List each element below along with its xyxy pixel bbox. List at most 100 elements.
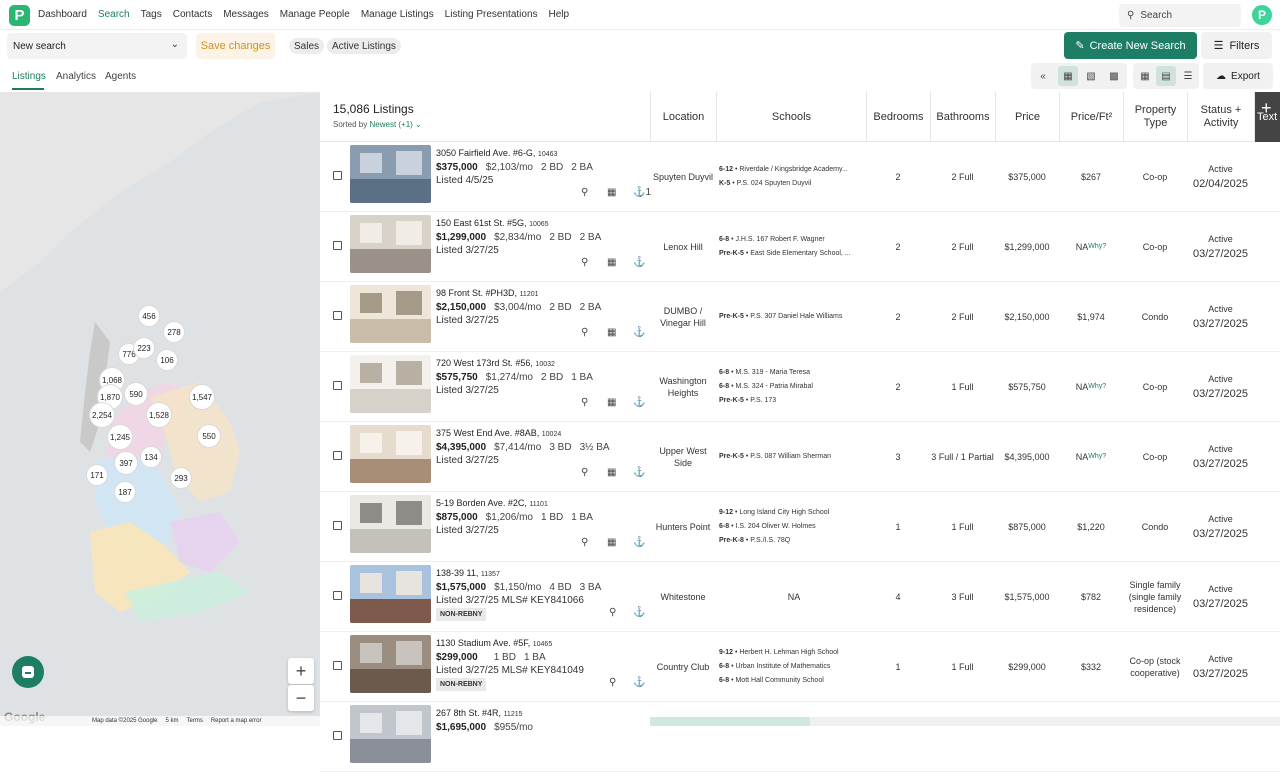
horizontal-scrollbar[interactable] <box>650 717 810 726</box>
floorplan-icon[interactable]: ▦ <box>607 257 616 268</box>
global-search[interactable]: ⚲ Search <box>1119 4 1241 27</box>
map-half-icon[interactable]: ▧ <box>1081 66 1101 86</box>
school-entry[interactable]: 6-8 • J.H.S. 167 Robert F. Wagner <box>719 233 869 247</box>
table-row[interactable]: 1130 Stadium Ave. #5F, 10465 $299,000 1 BD… <box>320 632 1280 702</box>
floorplan-icon[interactable]: ▦ <box>607 397 616 408</box>
zoom-in-button[interactable]: + <box>288 658 314 684</box>
nav-item-help[interactable]: Help <box>549 0 570 30</box>
map-panel[interactable]: 456 278 776 223 106 1,068 1,870 590 1,54… <box>0 92 320 726</box>
table-row[interactable]: 267 8th St. #4R, 11215 $1,695,000 $955/mo <box>320 702 1280 772</box>
tag-icon[interactable]: ⚓ <box>633 397 645 408</box>
location-pin-icon[interactable]: ⚲ <box>581 257 588 268</box>
tag-icon[interactable]: ⚓1 <box>633 187 651 198</box>
export-button[interactable]: ☁ Export <box>1203 63 1273 89</box>
row-checkbox[interactable] <box>333 521 342 530</box>
sort-control[interactable]: Sorted by Newest (+1) ⌄ <box>333 120 422 129</box>
col-price[interactable]: Price <box>995 92 1059 142</box>
map-cluster[interactable]: 293 <box>170 467 192 489</box>
nav-item-messages[interactable]: Messages <box>223 0 269 30</box>
col-schools[interactable]: Schools <box>716 92 866 142</box>
listing-address[interactable]: 98 Front St. #PH3D, 11201 <box>436 288 539 298</box>
tab-analytics[interactable]: Analytics <box>56 71 96 82</box>
map-report-link[interactable]: Report a map error <box>211 718 262 724</box>
school-entry[interactable]: 6-8 • Mott Hall Community School <box>719 674 869 688</box>
zoom-out-button[interactable]: − <box>288 685 314 711</box>
sort-value[interactable]: Newest (+1) ⌄ <box>369 120 421 129</box>
listing-address[interactable]: 375 West End Ave. #8AB, 10024 <box>436 428 561 438</box>
col-bathrooms[interactable]: Bathrooms <box>930 92 995 142</box>
table-row[interactable]: 150 East 61st St. #5G, 10065 $1,299,000 $2… <box>320 212 1280 282</box>
collapse-icon[interactable]: « <box>1033 66 1053 86</box>
save-changes-button[interactable]: Save changes <box>196 33 275 59</box>
school-entry[interactable]: 6-8 • M.S. 319 - Maria Teresa <box>719 366 869 380</box>
school-entry[interactable]: Pre-K-5 • P.S. 307 Daniel Hale Williams <box>719 310 869 324</box>
nav-item-contacts[interactable]: Contacts <box>173 0 212 30</box>
table-row[interactable]: 720 West 173rd St. #56, 10032 $575,750 $1,… <box>320 352 1280 422</box>
row-checkbox[interactable] <box>333 381 342 390</box>
floorplan-icon[interactable]: ▦ <box>607 187 616 198</box>
map-cluster[interactable]: 550 <box>197 424 221 448</box>
location-pin-icon[interactable]: ⚲ <box>609 607 616 618</box>
table-row[interactable]: 5-19 Borden Ave. #2C, 11101 $875,000 $1,20… <box>320 492 1280 562</box>
row-checkbox[interactable] <box>333 241 342 250</box>
col-text[interactable]: Text + <box>1254 92 1280 142</box>
list-icon[interactable]: ☰ <box>1178 66 1198 86</box>
school-entry[interactable]: K-5 • P.S. 024 Spuyten Duyvil <box>719 177 869 191</box>
listing-photo[interactable] <box>350 425 431 483</box>
chat-button[interactable] <box>12 656 44 688</box>
row-checkbox[interactable] <box>333 661 342 670</box>
location-pin-icon[interactable]: ⚲ <box>581 537 588 548</box>
app-logo[interactable]: P <box>9 5 30 26</box>
map-full-icon[interactable]: ▩ <box>1104 66 1124 86</box>
why-link[interactable]: Why? <box>1088 381 1106 393</box>
location-pin-icon[interactable]: ⚲ <box>581 397 588 408</box>
location-pin-icon[interactable]: ⚲ <box>609 677 616 688</box>
tag-icon[interactable]: ⚓ <box>633 677 645 688</box>
listing-address[interactable]: 3050 Fairfield Ave. #6-G, 10463 <box>436 148 557 158</box>
nav-item-tags[interactable]: Tags <box>141 0 162 30</box>
listing-photo[interactable] <box>350 145 431 203</box>
listing-photo[interactable] <box>350 355 431 413</box>
school-entry[interactable]: Pre-K-8 • P.S./I.S. 78Q <box>719 534 869 548</box>
nav-item-listing-presentations[interactable]: Listing Presentations <box>445 0 538 30</box>
table-row[interactable]: 98 Front St. #PH3D, 11201 $2,150,000 $3,00… <box>320 282 1280 352</box>
chip-sales[interactable]: Sales <box>289 38 325 54</box>
tag-icon[interactable]: ⚓ <box>633 537 645 548</box>
col-location[interactable]: Location <box>650 92 716 142</box>
filters-button[interactable]: ☰ Filters <box>1201 32 1272 59</box>
nav-item-manage-listings[interactable]: Manage Listings <box>361 0 434 30</box>
tag-icon[interactable]: ⚓ <box>633 257 645 268</box>
school-entry[interactable]: 9-12 • Herbert H. Lehman High School <box>719 646 869 660</box>
why-link[interactable]: Why? <box>1088 451 1106 463</box>
school-entry[interactable]: Pre-K-5 • P.S. 087 William Sherman <box>719 450 869 464</box>
map-cluster[interactable]: 223 <box>133 337 155 359</box>
floorplan-icon[interactable]: ▦ <box>607 467 616 478</box>
row-checkbox[interactable] <box>333 171 342 180</box>
map-cluster[interactable]: 134 <box>140 446 162 468</box>
floorplan-icon[interactable]: ▦ <box>607 327 616 338</box>
listing-photo[interactable] <box>350 635 431 693</box>
map-cluster[interactable]: 397 <box>114 451 138 475</box>
map-cluster[interactable]: 590 <box>124 382 148 406</box>
table-row[interactable]: 375 West End Ave. #8AB, 10024 $4,395,000 $… <box>320 422 1280 492</box>
nav-item-search[interactable]: Search <box>98 0 130 30</box>
row-checkbox[interactable] <box>333 311 342 320</box>
col-status-activity[interactable]: Status + Activity <box>1187 92 1254 142</box>
listing-photo[interactable] <box>350 285 431 343</box>
map-cluster[interactable]: 187 <box>114 481 136 503</box>
tab-agents[interactable]: Agents <box>105 71 136 82</box>
map-cluster[interactable]: 1,245 <box>107 424 133 450</box>
location-pin-icon[interactable]: ⚲ <box>581 467 588 478</box>
row-checkbox[interactable] <box>333 731 342 740</box>
listing-photo[interactable] <box>350 215 431 273</box>
chip-active-listings[interactable]: Active Listings <box>327 38 401 54</box>
table-row[interactable]: 3050 Fairfield Ave. #6-G, 10463 $375,000 $… <box>320 142 1280 212</box>
location-pin-icon[interactable]: ⚲ <box>581 187 588 198</box>
avatar[interactable]: P <box>1252 5 1272 25</box>
listing-address[interactable]: 720 West 173rd St. #56, 10032 <box>436 358 555 368</box>
school-entry[interactable]: 6-8 • M.S. 324 - Patria Mirabal <box>719 380 869 394</box>
school-entry[interactable]: Pre-K-5 • East Side Elementary School, .… <box>719 247 869 261</box>
listing-address[interactable]: 138-39 11, 11357 <box>436 568 500 578</box>
row-checkbox[interactable] <box>333 451 342 460</box>
listing-photo[interactable] <box>350 705 431 763</box>
